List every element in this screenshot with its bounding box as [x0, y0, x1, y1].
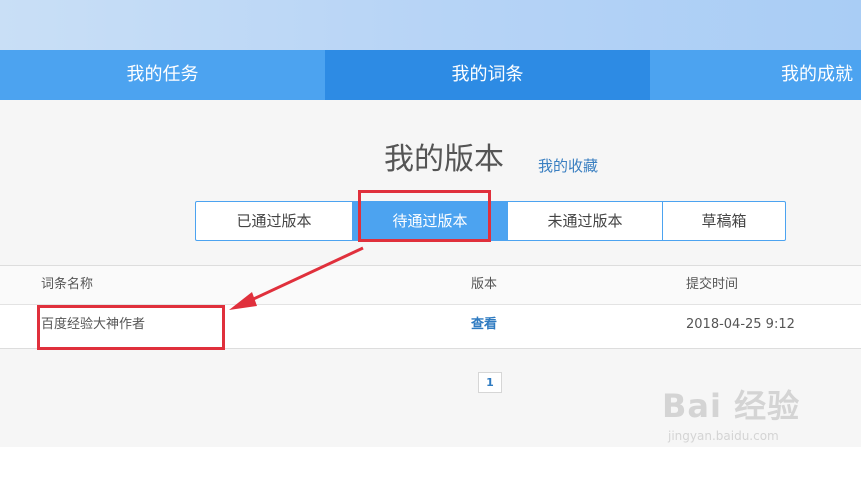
tab-my-achievements[interactable]: 我的成就 [650, 50, 861, 100]
highlight-box-pending-tab [358, 190, 491, 242]
tab-approved-versions[interactable]: 已通过版本 [196, 202, 353, 240]
view-version-link[interactable]: 查看 [471, 315, 497, 335]
column-header-submit-time: 提交时间 [686, 277, 739, 292]
table-header: 词条名称 版本 提交时间 [0, 266, 861, 305]
watermark-brand: Bai 经验 [662, 387, 801, 425]
submit-time-cell: 2018-04-25 9:12 [686, 317, 795, 332]
top-banner [0, 0, 861, 50]
baidu-jingyan-watermark: Bai 经验 jingyan.baidu.com [658, 384, 818, 454]
tab-my-entries[interactable]: 我的词条 [325, 50, 650, 100]
tab-my-tasks[interactable]: 我的任务 [0, 50, 325, 100]
column-header-version: 版本 [471, 277, 498, 292]
main-nav: 我的任务 我的词条 我的成就 [0, 50, 861, 100]
tab-drafts[interactable]: 草稿箱 [663, 202, 785, 240]
highlight-box-entry-name [37, 305, 225, 350]
page-title: 我的版本 [384, 142, 504, 177]
tab-rejected-versions[interactable]: 未通过版本 [508, 202, 663, 240]
favorites-link[interactable]: 我的收藏 [538, 156, 598, 176]
column-header-entry-name: 词条名称 [41, 277, 94, 292]
pagination-page-1[interactable]: 1 [478, 372, 502, 393]
watermark-url: jingyan.baidu.com [668, 429, 779, 443]
